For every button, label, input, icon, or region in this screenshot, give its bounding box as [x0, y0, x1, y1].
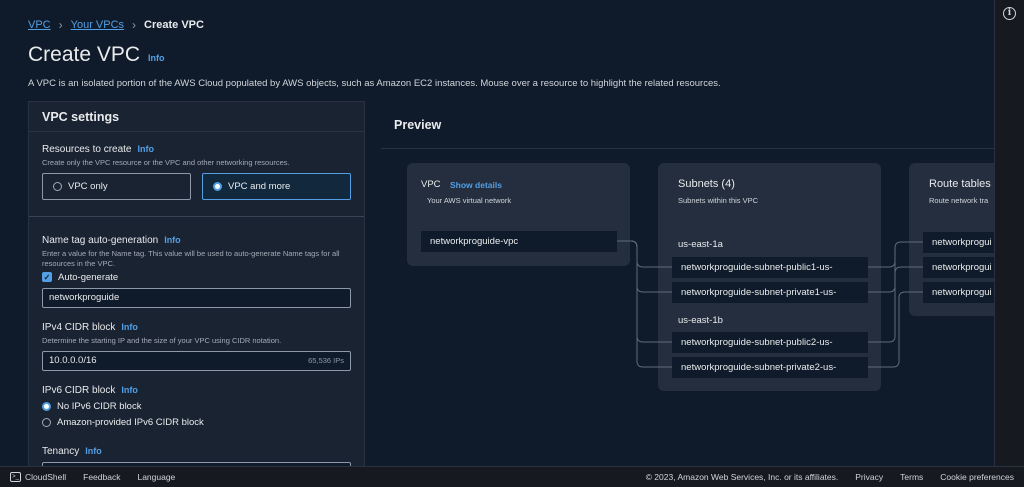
cookie-preferences-link[interactable]: Cookie preferences: [940, 472, 1014, 482]
ipv6-radio-group: No IPv6 CIDR block Amazon-provided IPv6 …: [42, 401, 351, 428]
route-tables-card-title: Route tables: [929, 178, 991, 190]
resources-to-create-section: Resources to create Info Create only the…: [42, 144, 351, 200]
vpc-card-title: VPC: [421, 179, 441, 190]
no-ipv6-option[interactable]: No IPv6 CIDR block: [42, 401, 351, 412]
preview-divider: [381, 148, 994, 149]
breadcrumb: VPC › Your VPCs › Create VPC: [28, 18, 204, 32]
subnets-card-subtitle: Subnets within this VPC: [678, 196, 759, 205]
name-tag-section: Name tag auto-generation Info Enter a va…: [42, 235, 351, 308]
resources-info-link[interactable]: Info: [138, 144, 155, 154]
ipv6-label: IPv6 CIDR block: [42, 385, 116, 396]
tenancy-info-link[interactable]: Info: [85, 446, 102, 456]
ipv4-label: IPv4 CIDR block: [42, 322, 116, 333]
terms-link[interactable]: Terms: [900, 472, 923, 482]
amazon-ipv6-label: Amazon-provided IPv6 CIDR block: [57, 417, 204, 428]
subnets-card: Subnets (4) Subnets within this VPC us-e…: [658, 163, 881, 391]
show-details-link[interactable]: Show details: [450, 180, 502, 190]
ipv6-info-link[interactable]: Info: [121, 385, 138, 395]
feedback-link[interactable]: Feedback: [83, 472, 120, 482]
route-tables-card-subtitle: Route network tra: [929, 196, 989, 205]
cloudshell-label: CloudShell: [25, 472, 67, 482]
ipv4-section: IPv4 CIDR block Info Determine the start…: [42, 322, 351, 371]
route-table-node[interactable]: networkprogui: [923, 257, 994, 278]
radio-selected-icon: [42, 402, 51, 411]
tenancy-label: Tenancy: [42, 446, 80, 457]
preview-panel: Preview VPC Show details Your AWS virtua…: [381, 101, 994, 466]
subnet-private2-node[interactable]: networkproguide-subnet-private2-us-: [672, 357, 868, 378]
vpc-settings-panel: VPC settings Resources to create Info Cr…: [28, 101, 365, 466]
subnet-private1-node[interactable]: networkproguide-subnet-private1-us-: [672, 282, 868, 303]
page-description: A VPC is an isolated portion of the AWS …: [28, 78, 721, 89]
amazon-ipv6-option[interactable]: Amazon-provided IPv6 CIDR block: [42, 417, 351, 428]
terminal-icon: >_: [10, 472, 21, 482]
vpc-card-subtitle: Your AWS virtual network: [427, 196, 512, 205]
info-circle-icon[interactable]: i: [1003, 7, 1016, 20]
name-tag-input[interactable]: networkproguide: [42, 287, 351, 308]
main-content: VPC › Your VPCs › Create VPC Create VPC …: [0, 0, 994, 466]
auto-generate-label: Auto-generate: [58, 271, 119, 283]
footer: >_ CloudShell Feedback Language © 2023, …: [0, 466, 1024, 487]
page-info-link[interactable]: Info: [148, 53, 165, 63]
privacy-link[interactable]: Privacy: [855, 472, 883, 482]
ipv4-description: Determine the starting IP and the size o…: [42, 336, 282, 345]
language-link[interactable]: Language: [137, 472, 175, 482]
route-table-node[interactable]: networkprogui: [923, 282, 994, 303]
subnets-card-title: Subnets (4): [678, 178, 735, 190]
vpc-node[interactable]: networkproguide-vpc: [421, 231, 617, 252]
right-utility-rail: i: [994, 0, 1024, 466]
vpc-and-more-option[interactable]: VPC and more: [202, 172, 351, 200]
vpc-settings-heading: VPC settings: [29, 102, 364, 132]
copyright-text: © 2023, Amazon Web Services, Inc. or its…: [645, 472, 839, 482]
vpc-and-more-label: VPC and more: [228, 180, 291, 192]
az-us-east-1a: us-east-1a: [678, 239, 723, 250]
route-table-node[interactable]: networkprogui: [923, 232, 994, 253]
subnet-public1-node[interactable]: networkproguide-subnet-public1-us-: [672, 257, 868, 278]
section-divider: [29, 216, 364, 217]
name-tag-label: Name tag auto-generation: [42, 235, 159, 246]
ipv4-ip-count: 65,536 IPs: [308, 356, 344, 366]
chevron-right-icon: ›: [132, 18, 137, 32]
vpc-only-option[interactable]: VPC only: [42, 172, 191, 200]
subnet-public2-node[interactable]: networkproguide-subnet-public2-us-: [672, 332, 868, 353]
resources-description: Create only the VPC resource or the VPC …: [42, 158, 290, 167]
name-tag-info-link[interactable]: Info: [164, 235, 181, 245]
page-header: Create VPC Info: [28, 43, 165, 67]
breadcrumb-current: Create VPC: [144, 19, 204, 31]
az-us-east-1b: us-east-1b: [678, 315, 723, 326]
vpc-only-label: VPC only: [68, 180, 108, 192]
breadcrumb-vpc-link[interactable]: VPC: [28, 19, 51, 31]
cloudshell-button[interactable]: >_ CloudShell: [10, 472, 66, 482]
ipv4-cidr-input[interactable]: 10.0.0.0/16 65,536 IPs: [42, 350, 351, 371]
no-ipv6-label: No IPv6 CIDR block: [57, 401, 142, 412]
name-tag-value: networkproguide: [49, 292, 120, 303]
breadcrumb-your-vpcs-link[interactable]: Your VPCs: [71, 19, 124, 31]
checkmark-icon[interactable]: ✓: [42, 272, 52, 282]
resources-radio-group: VPC only VPC and more: [42, 172, 351, 200]
preview-heading: Preview: [394, 118, 442, 132]
ipv4-cidr-value: 10.0.0.0/16: [49, 355, 97, 367]
ipv6-section: IPv6 CIDR block Info No IPv6 CIDR block …: [42, 385, 351, 428]
radio-selected-icon: [213, 181, 222, 191]
tenancy-section: Tenancy Info: [42, 446, 351, 457]
name-tag-description: Enter a value for the Name tag. This val…: [42, 249, 340, 268]
vpc-card: VPC Show details Your AWS virtual networ…: [407, 163, 630, 266]
radio-unselected-icon: [53, 181, 62, 191]
ipv4-info-link[interactable]: Info: [121, 322, 138, 332]
chevron-right-icon: ›: [58, 18, 63, 32]
radio-unselected-icon: [42, 418, 51, 427]
auto-generate-checkbox-row: ✓ Auto-generate: [42, 272, 351, 283]
resources-label: Resources to create: [42, 144, 132, 155]
page-title: Create VPC: [28, 43, 141, 66]
route-tables-card: Route tables Route network tra networkpr…: [909, 163, 994, 316]
